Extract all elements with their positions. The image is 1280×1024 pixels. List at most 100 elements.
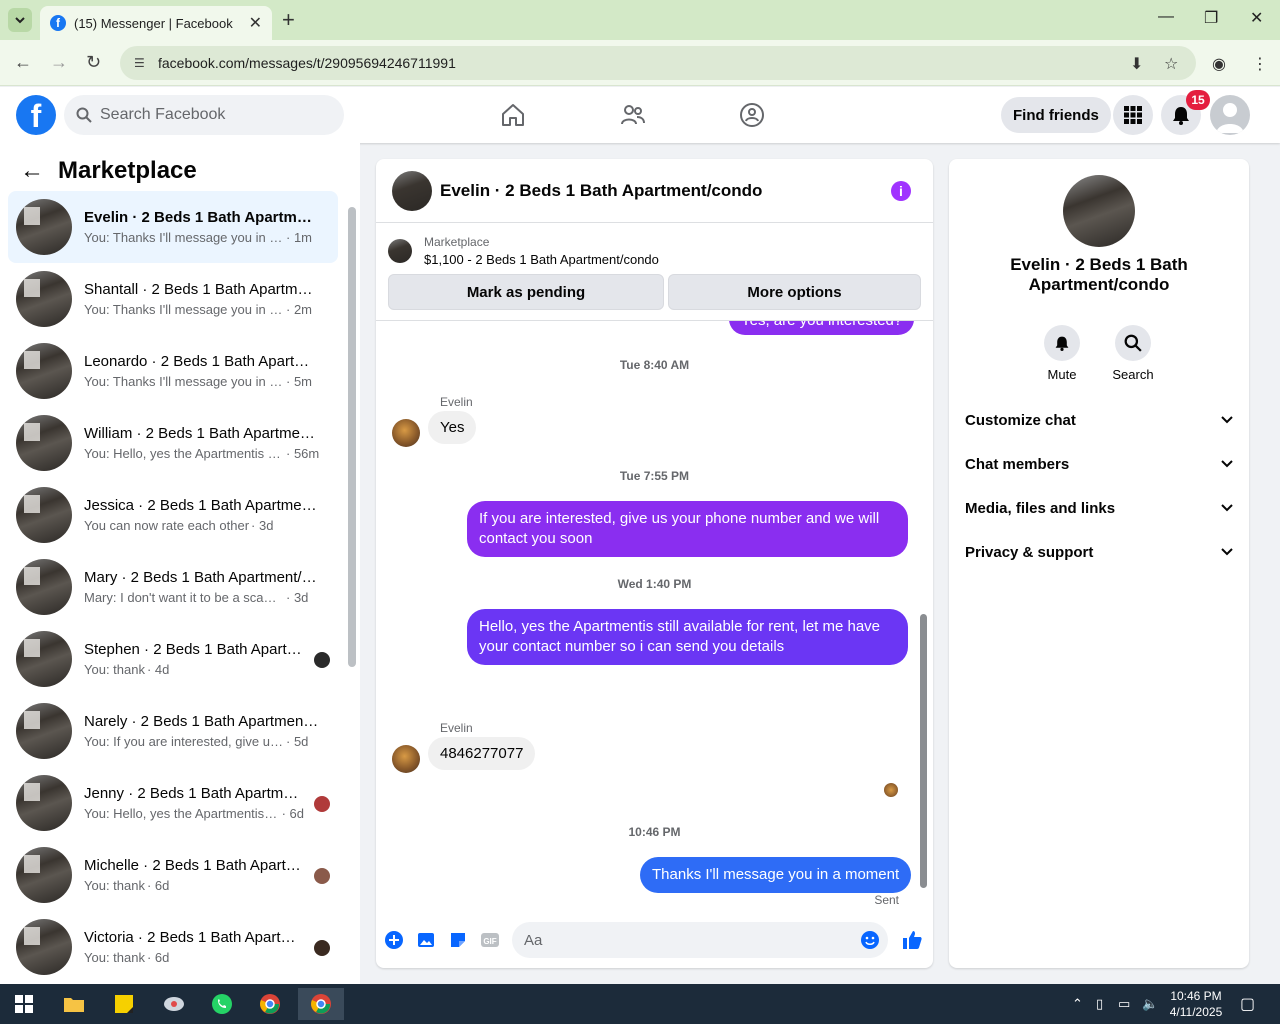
svg-text:GIF: GIF xyxy=(483,937,496,946)
conversation-preview: You: Thanks I'll message you in a moment xyxy=(84,302,284,317)
volume-icon[interactable]: 🔈 xyxy=(1142,996,1158,1012)
conversation-item[interactable]: Leonardo · 2 Beds 1 Bath Apartment/condo… xyxy=(8,335,338,407)
evelin-avatar[interactable] xyxy=(392,745,420,773)
page-scrollbar[interactable] xyxy=(1268,90,1280,984)
thread-scrollbar[interactable] xyxy=(920,614,927,888)
facebook-search-box[interactable] xyxy=(64,95,344,135)
section-label: Privacy & support xyxy=(965,543,1094,561)
mark-as-pending-button[interactable]: Mark as pending xyxy=(388,274,664,310)
conversation-item[interactable]: Shantall · 2 Beds 1 Bath Apartment/condo… xyxy=(8,263,338,335)
conversation-item[interactable]: Victoria · 2 Beds 1 Bath Apartment/condo… xyxy=(8,911,338,983)
mute-action[interactable]: Mute xyxy=(1032,325,1092,382)
conversation-name: Jessica · 2 Beds 1 Bath Apartment/condo xyxy=(84,497,320,514)
groups-icon[interactable] xyxy=(738,101,766,129)
home-icon[interactable] xyxy=(499,101,527,129)
app-button[interactable] xyxy=(154,988,194,1020)
device-icon[interactable]: ▯ xyxy=(1096,996,1103,1012)
listing-thumbnail xyxy=(16,703,72,759)
message-input[interactable] xyxy=(524,931,844,949)
system-clock[interactable]: 10:46 PM 4/11/2025 xyxy=(1160,988,1232,1020)
chrome-icon xyxy=(260,994,280,1014)
marketplace-listing-banner[interactable]: Marketplace $1,100 - 2 Beds 1 Bath Apart… xyxy=(388,235,659,267)
sent-status: Sent xyxy=(874,893,899,907)
account-avatar[interactable] xyxy=(1210,95,1250,135)
tray-chevron-up-icon[interactable]: ⌃ xyxy=(1072,996,1083,1012)
url-field[interactable]: ☰ facebook.com/messages/t/29095694246711… xyxy=(120,46,1196,80)
conversation-item[interactable]: Narely · 2 Beds 1 Bath Apartment/condo Y… xyxy=(8,695,338,767)
menu-button[interactable] xyxy=(1113,95,1153,135)
back-icon[interactable]: ← xyxy=(14,52,32,73)
start-button[interactable] xyxy=(4,988,44,1020)
evelin-avatar[interactable] xyxy=(392,419,420,447)
privacy-support-section[interactable]: Privacy & support xyxy=(965,534,1233,570)
chrome-active-button[interactable] xyxy=(298,988,344,1020)
conversation-item[interactable]: Michelle · 2 Beds 1 Bath Apartment/condo… xyxy=(8,839,338,911)
new-tab-button[interactable]: + xyxy=(282,8,295,32)
media-files-links-section[interactable]: Media, files and links xyxy=(965,490,1233,526)
browser-tab[interactable]: f (15) Messenger | Facebook ✕ xyxy=(40,6,272,40)
customize-chat-section[interactable]: Customize chat xyxy=(965,402,1233,438)
message-bubble-outgoing[interactable]: Thanks I'll message you in a moment xyxy=(640,857,912,893)
gif-icon[interactable]: GIF xyxy=(480,930,500,950)
tab-search-button[interactable] xyxy=(8,8,32,32)
bookmark-star-icon[interactable]: ☆ xyxy=(1164,54,1178,74)
close-window-icon[interactable]: ✕ xyxy=(1250,8,1263,28)
back-arrow-icon[interactable]: ← xyxy=(20,157,44,185)
conversation-item[interactable]: William · 2 Beds 1 Bath Apartment/condo … xyxy=(8,407,338,479)
restore-icon[interactable]: ❐ xyxy=(1204,8,1218,28)
notification-center-icon[interactable]: ▢ xyxy=(1240,994,1255,1014)
conversation-time: · 4d xyxy=(146,662,170,677)
timestamp: 10:46 PM xyxy=(628,825,681,839)
chat-avatar[interactable] xyxy=(392,170,432,211)
site-info-icon[interactable]: ☰ xyxy=(134,56,150,70)
message-input-box[interactable] xyxy=(512,922,888,958)
message-bubble-outgoing[interactable]: Yes, are you interested? xyxy=(729,321,915,335)
conversation-item[interactable]: Evelin · 2 Beds 1 Bath Apartment/condo Y… xyxy=(8,191,338,263)
search-action[interactable]: Search xyxy=(1103,325,1163,382)
friends-icon[interactable] xyxy=(619,101,647,129)
network-icon[interactable]: ▭ xyxy=(1118,996,1130,1012)
forward-icon[interactable]: → xyxy=(50,52,68,73)
seen-avatar xyxy=(314,652,330,668)
minimize-icon[interactable]: — xyxy=(1158,8,1174,26)
photo-icon[interactable] xyxy=(416,930,436,950)
info-icon[interactable]: i xyxy=(891,181,911,201)
find-friends-button[interactable]: Find friends xyxy=(1001,97,1111,133)
chat-title[interactable]: Evelin · 2 Beds 1 Bath Apartment/condo xyxy=(440,181,762,201)
conversation-item[interactable]: Jessica · 2 Beds 1 Bath Apartment/condo … xyxy=(8,479,338,551)
sticky-notes-button[interactable] xyxy=(104,988,144,1020)
message-bubble-outgoing[interactable]: If you are interested, give us your phon… xyxy=(467,501,908,557)
menu-dots-icon[interactable]: ⋮ xyxy=(1252,54,1268,74)
thumbs-up-icon[interactable] xyxy=(900,928,924,952)
sticker-icon[interactable] xyxy=(448,930,468,950)
emoji-icon[interactable] xyxy=(860,930,880,950)
conversation-item[interactable]: Mary · 2 Beds 1 Bath Apartment/condo Mar… xyxy=(8,551,338,623)
conversation-item[interactable]: Stephen · 2 Beds 1 Bath Apartment/condo … xyxy=(8,623,338,695)
conversation-name: Shantall · 2 Beds 1 Bath Apartment/condo xyxy=(84,281,320,298)
reload-icon[interactable]: ↻ xyxy=(86,52,101,73)
message-bubble-incoming[interactable]: 4846277077 xyxy=(428,737,536,770)
facebook-search-input[interactable] xyxy=(100,106,330,124)
install-app-icon[interactable]: ⬇ xyxy=(1130,54,1143,74)
chat-members-section[interactable]: Chat members xyxy=(965,446,1233,482)
close-tab-icon[interactable]: ✕ xyxy=(249,13,262,33)
chrome-icon xyxy=(311,994,331,1014)
tab-title: (15) Messenger | Facebook xyxy=(74,15,233,31)
conversation-item[interactable]: Jenny · 2 Beds 1 Bath Apartment/condo Yo… xyxy=(8,767,338,839)
file-explorer-button[interactable] xyxy=(54,988,94,1020)
sticky-note-icon xyxy=(115,995,133,1013)
listing-thumbnail xyxy=(16,199,72,255)
plus-circle-icon[interactable] xyxy=(384,930,404,950)
conversation-time: · 5d xyxy=(286,734,309,749)
conversation-preview: You: Hello, yes the Apartmentis still av… xyxy=(84,446,284,461)
listing-avatar-large[interactable] xyxy=(1063,175,1135,247)
chrome-profile-button[interactable] xyxy=(250,988,290,1020)
facebook-logo-icon[interactable]: f xyxy=(16,95,56,135)
message-bubble-incoming[interactable]: Yes xyxy=(428,411,477,444)
profile-icon[interactable]: ◉ xyxy=(1212,54,1226,74)
windows-taskbar: ⌃ ▯ ▭ 🔈 10:46 PM 4/11/2025 ▢ xyxy=(0,984,1280,1024)
message-bubble-outgoing[interactable]: Hello, yes the Apartmentis still availab… xyxy=(467,609,908,665)
more-options-button[interactable]: More options xyxy=(668,274,921,310)
whatsapp-button[interactable] xyxy=(202,988,242,1020)
sidebar-scrollbar[interactable] xyxy=(348,207,356,667)
